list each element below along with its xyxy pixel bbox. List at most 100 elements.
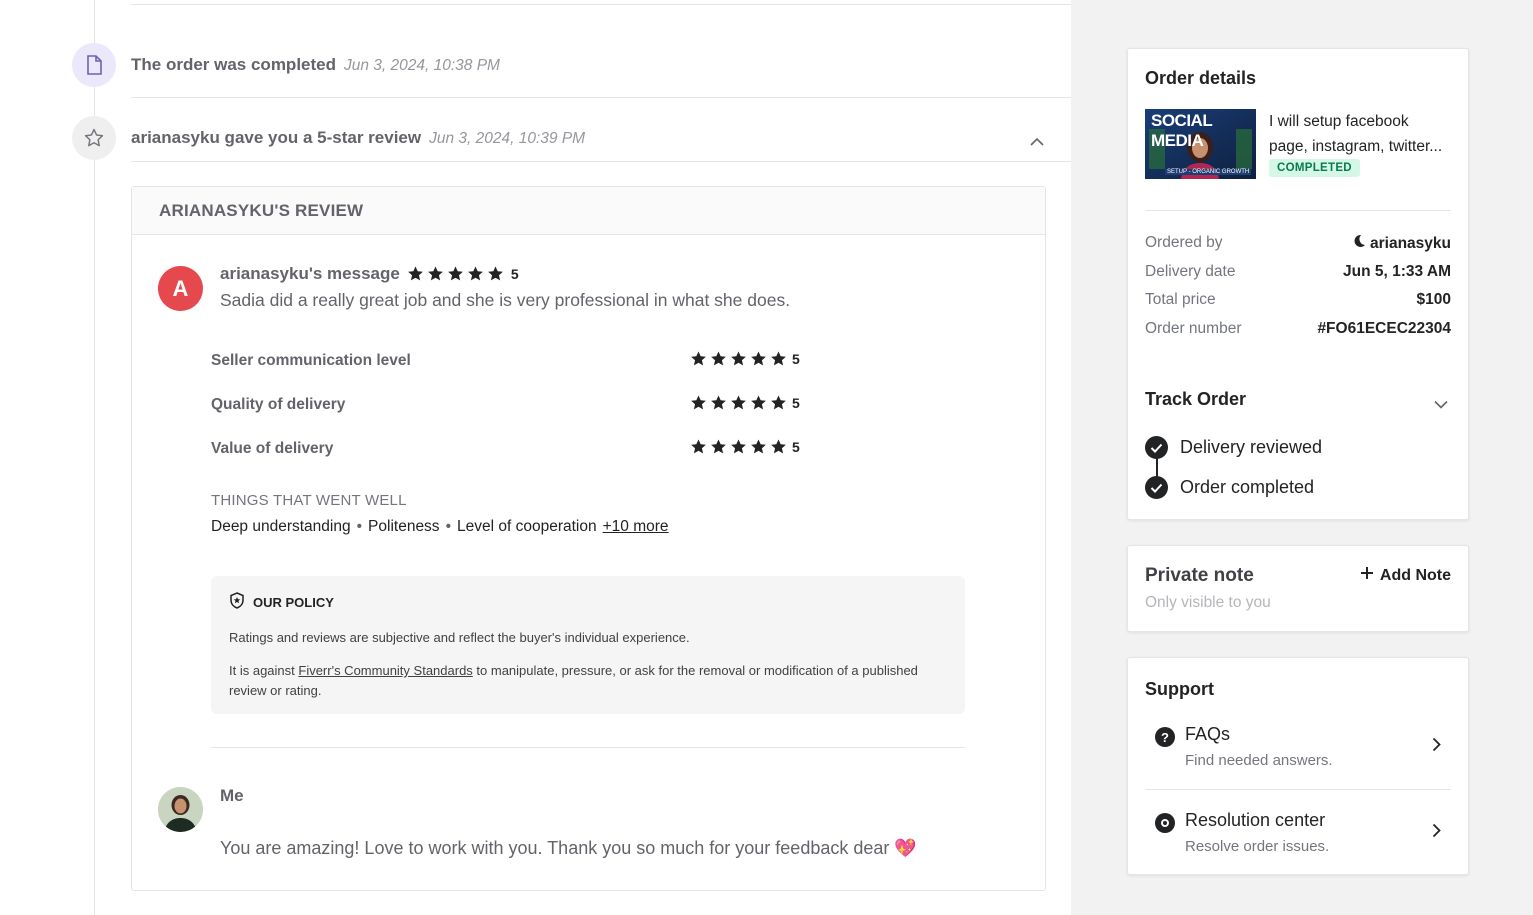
faqs-link[interactable]: ? FAQs Find needed answers.	[1145, 722, 1451, 782]
event-title: arianasyku gave you a 5-star review Jun 3…	[131, 128, 585, 148]
star-icon	[729, 438, 748, 456]
policy-title: OUR POLICY	[229, 592, 947, 612]
shield-icon	[229, 592, 245, 612]
went-well-tag: Deep understanding	[211, 518, 351, 535]
my-avatar	[158, 787, 203, 832]
chevron-right-icon	[1432, 823, 1441, 843]
support-title: Support	[1145, 679, 1214, 699]
field-value[interactable]: arianasyku	[1352, 234, 1451, 253]
star-icon	[689, 438, 708, 456]
star-icon	[769, 350, 788, 368]
star-icon	[769, 438, 788, 456]
show-more-link[interactable]: +10 more	[603, 518, 669, 535]
track-order-title[interactable]: Track Order	[1145, 389, 1246, 410]
policy-box: OUR POLICY Ratings and reviews are subje…	[211, 576, 965, 714]
divider	[72, 97, 1071, 98]
star-icon	[729, 394, 748, 412]
divider	[131, 4, 1071, 5]
timeline-event-order-completed: The order was completed Jun 3, 2024, 10:3…	[72, 43, 1071, 89]
ordered-by-row: Ordered by arianasyku	[1145, 234, 1451, 254]
star-icon	[749, 394, 768, 412]
star-icon	[709, 394, 728, 412]
document-icon	[72, 43, 116, 87]
resolution-center-link[interactable]: Resolution center Resolve order issues.	[1145, 808, 1451, 868]
track-step-label: Order completed	[1180, 477, 1315, 497]
buyer-username: arianasyku	[1370, 234, 1451, 252]
star-icon	[446, 265, 465, 283]
reviewer-avatar: A	[158, 266, 203, 311]
divider	[1145, 210, 1451, 211]
support-item-subtitle: Resolve order issues.	[1185, 838, 1330, 855]
criterion-rating: 5	[792, 439, 800, 455]
field-label: Delivery date	[1145, 263, 1236, 280]
review-message: Sadia did a really great job and she is …	[220, 290, 791, 310]
check-circle-icon	[1145, 476, 1168, 499]
reviewer-message-header: arianasyku's message 5	[220, 264, 519, 284]
support-card: Support ? FAQs Find needed answers. Reso…	[1127, 657, 1469, 875]
field-value: #FO61ECEC22304	[1317, 320, 1451, 337]
event-title-text: arianasyku gave you a 5-star review	[131, 128, 422, 147]
divider	[72, 161, 1071, 162]
criterion-label: Quality of delivery	[211, 396, 346, 413]
gig-description[interactable]: I will setup facebook page, instagram, t…	[1269, 109, 1442, 159]
moon-icon	[1352, 234, 1366, 253]
field-label: Ordered by	[1145, 234, 1223, 251]
criterion-label: Value of delivery	[211, 440, 334, 457]
criterion-rating: 5	[792, 351, 800, 367]
event-title: The order was completed Jun 3, 2024, 10:3…	[131, 55, 500, 75]
private-note-title: Private note	[1145, 565, 1254, 586]
criterion-stars: 5	[689, 394, 800, 412]
star-icon	[406, 265, 425, 283]
delivery-date-row: Delivery date Jun 5, 1:33 AM	[1145, 263, 1451, 283]
field-label: Order number	[1145, 320, 1242, 337]
thumbnail-subtitle: SETUP - ORGANIC GROWTH	[1165, 169, 1252, 175]
policy-text-start: It is against	[229, 663, 299, 678]
criterion-stars: 5	[689, 438, 800, 456]
order-details-card: Order details SOCIAL MEDIA SETUP - ORGAN…	[1127, 48, 1469, 520]
track-step-delivery-reviewed: Delivery reviewed	[1145, 436, 1322, 459]
private-note-subtitle: Only visible to you	[1145, 594, 1271, 611]
activity-pane: The order was completed Jun 3, 2024, 10:3…	[0, 0, 1071, 915]
went-well-title: THINGS THAT WENT WELL	[211, 492, 407, 509]
criterion-seller-communication: Seller communication level 5	[211, 350, 811, 372]
went-well-tag: Level of cooperation	[457, 518, 597, 535]
community-standards-link[interactable]: Fiverr's Community Standards	[298, 663, 472, 678]
overall-rating-stars	[406, 265, 505, 283]
track-step-label: Delivery reviewed	[1180, 437, 1323, 457]
divider	[1145, 789, 1451, 790]
support-item-title: Resolution center	[1185, 810, 1326, 830]
reply-author: Me	[220, 786, 244, 805]
policy-text-standards: It is against Fiverr's Community Standar…	[229, 661, 947, 701]
question-circle-icon: ?	[1155, 727, 1175, 747]
chevron-down-icon[interactable]	[1434, 396, 1448, 414]
reply-message: You are amazing! Love to work with you. …	[220, 838, 917, 859]
reply-message-text: You are amazing! Love to work with you. …	[220, 838, 890, 858]
star-icon	[749, 350, 768, 368]
gig-description-line: I will setup facebook	[1269, 113, 1409, 130]
went-well-list: Deep understanding • Politeness • Level of c…	[211, 518, 669, 535]
thumbnail-title: SOCIAL MEDIA	[1151, 111, 1212, 150]
add-note-button[interactable]: Add Note	[1360, 566, 1451, 585]
private-note-card: Private note Only visible to you Add Not…	[1127, 545, 1469, 632]
gig-thumbnail[interactable]: SOCIAL MEDIA SETUP - ORGANIC GROWTH	[1145, 109, 1256, 179]
lifebuoy-icon	[1155, 813, 1175, 833]
status-badge: COMPLETED	[1269, 159, 1360, 177]
star-icon	[769, 394, 788, 412]
reviewer-message-label: arianasyku's message	[220, 264, 400, 283]
order-details-title: Order details	[1145, 68, 1257, 88]
policy-title-text: OUR POLICY	[253, 594, 334, 610]
timeline-event-review[interactable]: arianasyku gave you a 5-star review Jun 3…	[72, 116, 1071, 162]
star-icon	[426, 265, 445, 283]
event-date: Jun 3, 2024, 10:38 PM	[344, 57, 500, 74]
chevron-up-icon[interactable]	[1029, 134, 1045, 152]
field-label: Total price	[1145, 291, 1216, 308]
star-icon	[709, 438, 728, 456]
heart-emoji: 💖	[894, 838, 917, 858]
track-connector	[1156, 458, 1158, 478]
star-icon	[466, 265, 485, 283]
plus-icon	[1360, 566, 1374, 585]
track-step-order-completed: Order completed	[1145, 476, 1314, 499]
criterion-rating: 5	[792, 395, 800, 411]
divider	[211, 747, 965, 748]
event-date: Jun 3, 2024, 10:39 PM	[429, 130, 586, 147]
